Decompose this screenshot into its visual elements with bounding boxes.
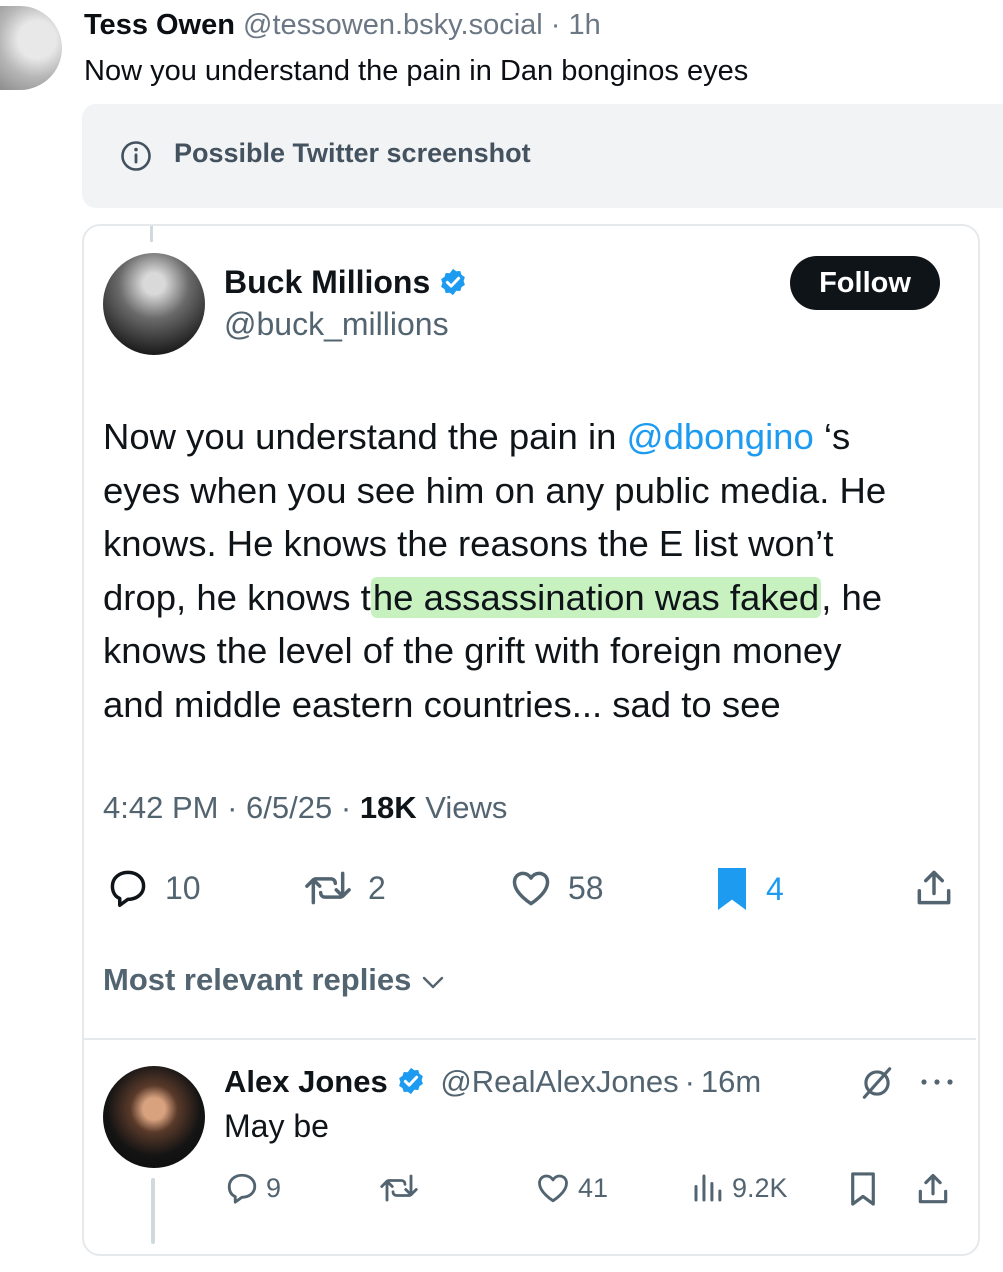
- reply-header: Alex Jones @RealAlexJones · 16m: [224, 1064, 761, 1100]
- replies-sort-label: Most relevant replies: [103, 962, 412, 997]
- separator-dot: ·: [340, 790, 352, 825]
- reply-like-action: 41: [534, 1170, 608, 1206]
- bsky-author-line: Tess Owen @tessowen.bsky.social · 1h: [84, 8, 601, 42]
- tweet-line-6: and middle eastern countries... sad to s…: [103, 683, 781, 725]
- reply-author-handle: @RealAlexJones: [440, 1064, 679, 1099]
- bookmark-count: 4: [766, 870, 784, 907]
- tweet-line-4: drop, he knows the assassination was fak…: [103, 571, 963, 625]
- thread-line: [151, 1178, 155, 1244]
- bsky-author-avatar[interactable]: [0, 6, 62, 90]
- repost-action: 2: [302, 866, 386, 910]
- mention-link: @dbongino: [626, 416, 814, 457]
- reply-views-count: 9.2K: [732, 1172, 788, 1203]
- text-segment: ‘s: [813, 416, 851, 457]
- reply-reply-action: 9: [224, 1170, 281, 1206]
- analytics-icon: [694, 1174, 722, 1202]
- like-count: 58: [568, 869, 604, 906]
- tweet-screenshot-card: [82, 224, 980, 1256]
- reply-views-action: 9.2K: [690, 1170, 788, 1206]
- reply-text: May be: [224, 1108, 329, 1144]
- verified-badge-icon: [441, 268, 466, 296]
- separator-dot: ·: [684, 1064, 695, 1099]
- tweet-meta: 4:42 PM · 6/5/25 · 18K Views: [103, 790, 507, 826]
- bsky-author-name[interactable]: Tess Owen: [84, 9, 235, 41]
- heart-icon: [512, 871, 550, 906]
- views-count: 18K: [359, 790, 417, 825]
- verified-badge-icon: [398, 1067, 423, 1095]
- repost-icon: [380, 1174, 418, 1202]
- tweet-time: 4:42 PM: [103, 790, 219, 825]
- share-icon: [918, 1173, 948, 1204]
- tweet-author-name: Buck Millions: [224, 264, 431, 300]
- repost-icon: [305, 871, 351, 905]
- separator-dot: ·: [550, 9, 561, 41]
- views-label: Views: [416, 790, 508, 825]
- reply-author-name: Alex Jones: [224, 1064, 388, 1099]
- bookmark-icon: [851, 1172, 875, 1206]
- warning-label: Possible Twitter screenshot: [174, 138, 531, 168]
- content-warning-banner[interactable]: Possible Twitter screenshot: [82, 104, 1003, 208]
- text-segment: Now you understand the pain in: [103, 416, 627, 457]
- reply-time: 16m: [700, 1064, 762, 1099]
- more-options-icon: [921, 1079, 953, 1085]
- separator-dot: ·: [227, 790, 238, 825]
- bookmark-action: 4: [712, 864, 784, 914]
- tweet-line-5: knows the level of the grift with foreig…: [103, 630, 842, 671]
- reply-icon: [227, 1173, 257, 1204]
- tweet-author-name-row: Buck Millions: [224, 264, 468, 301]
- tweet-line-1: Now you understand the pain in @dbongino…: [103, 410, 963, 464]
- like-action: 58: [508, 866, 604, 910]
- text-segment: drop, he knows t: [103, 576, 371, 618]
- repost-count: 2: [368, 869, 386, 906]
- reply-count: 10: [165, 869, 201, 906]
- tweet-date: 6/5/25: [246, 790, 333, 825]
- share-action: [912, 866, 970, 910]
- bsky-post-time[interactable]: 1h: [569, 9, 601, 41]
- follow-button: Follow: [790, 256, 940, 310]
- text-segment: , he: [821, 576, 883, 618]
- share-icon: [917, 870, 951, 905]
- bsky-author-handle[interactable]: @tessowen.bsky.social: [243, 9, 543, 41]
- reply-author-avatar: [103, 1066, 205, 1168]
- grok-icon: [862, 1067, 892, 1099]
- info-icon: [121, 141, 151, 171]
- tweet-line-2: eyes when you see him on any public medi…: [103, 469, 887, 511]
- chevron-down-icon: [422, 976, 444, 989]
- reply-repost-action: [378, 1170, 426, 1206]
- reply-action: 10: [105, 866, 201, 910]
- reply-icon: [110, 870, 146, 907]
- bsky-post-text: Now you understand the pain in Dan bongi…: [84, 55, 749, 87]
- tweet-author-avatar: [103, 253, 205, 355]
- divider: [84, 1038, 976, 1040]
- tweet-text: Now you understand the pain in @dbongino…: [103, 410, 963, 731]
- highlighted-text: he assassination was faked: [370, 576, 822, 618]
- heart-icon: [538, 1174, 568, 1203]
- replies-sort-header: Most relevant replies: [103, 962, 446, 998]
- thread-connector: [150, 226, 153, 242]
- reply-reply-count: 9: [266, 1172, 282, 1203]
- tweet-author-handle: @buck_millions: [224, 306, 449, 342]
- tweet-line-3: knows. He knows the reasons the E list w…: [103, 523, 834, 564]
- reply-like-count: 41: [578, 1172, 609, 1203]
- bookmark-filled-icon: [718, 868, 746, 910]
